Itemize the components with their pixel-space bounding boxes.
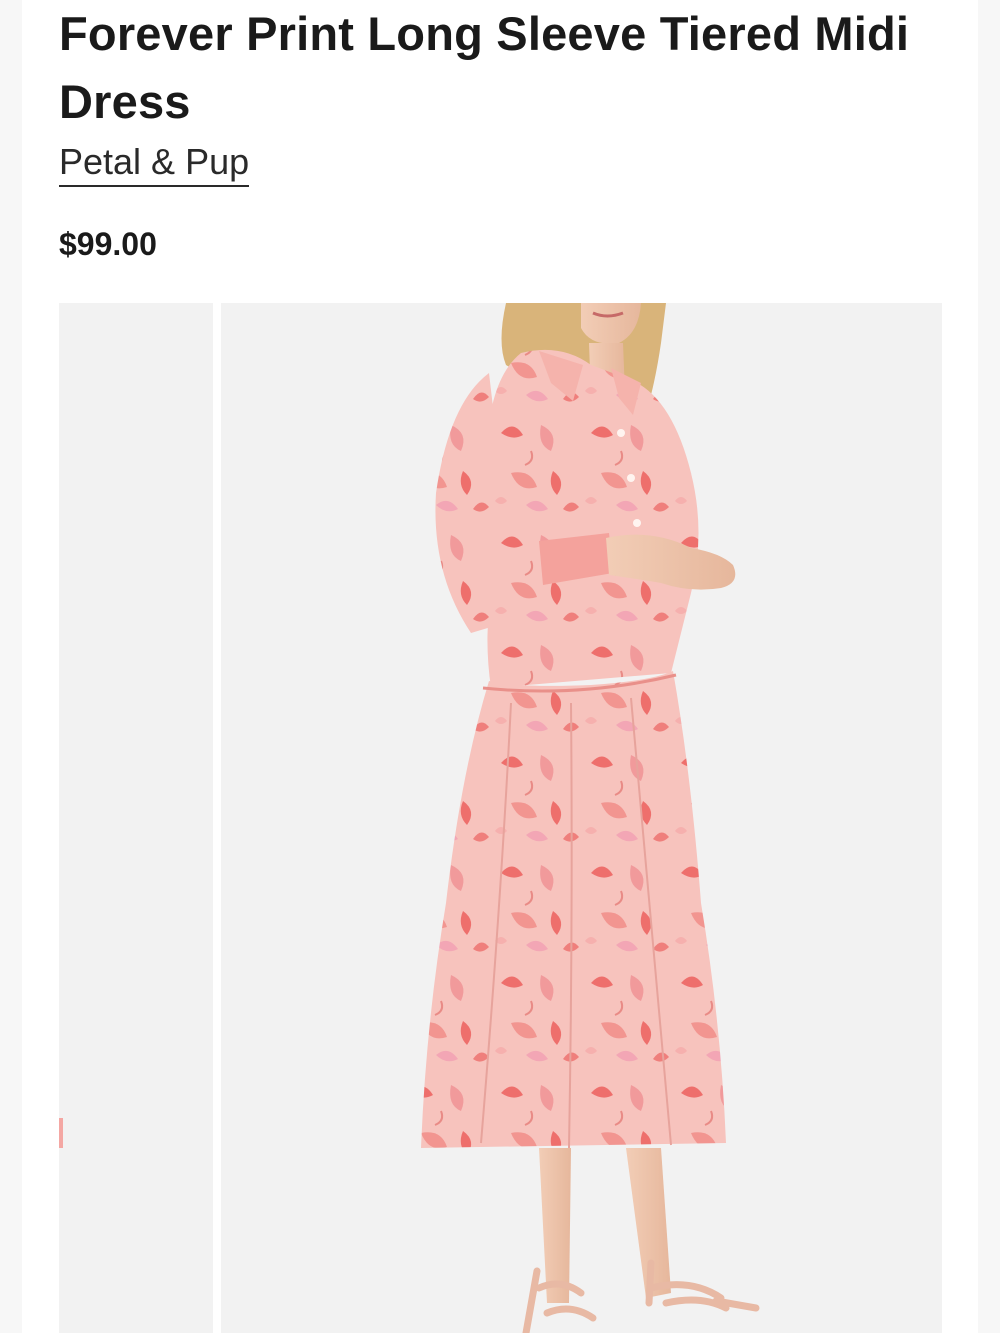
product-title: Forever Print Long Sleeve Tiered Midi Dr… bbox=[59, 7, 910, 128]
dress-photo bbox=[221, 303, 942, 1333]
main-product-image[interactable] bbox=[221, 303, 942, 1333]
page-edge-right bbox=[978, 0, 1000, 1333]
brand-link[interactable]: Petal & Pup bbox=[59, 140, 250, 187]
product-image-gallery bbox=[59, 303, 942, 1333]
product-price: $99.00 bbox=[59, 226, 157, 262]
previous-image-thumbnail[interactable] bbox=[59, 303, 213, 1333]
page-edge-left bbox=[0, 0, 22, 1333]
previous-image-sliver bbox=[59, 1118, 63, 1148]
